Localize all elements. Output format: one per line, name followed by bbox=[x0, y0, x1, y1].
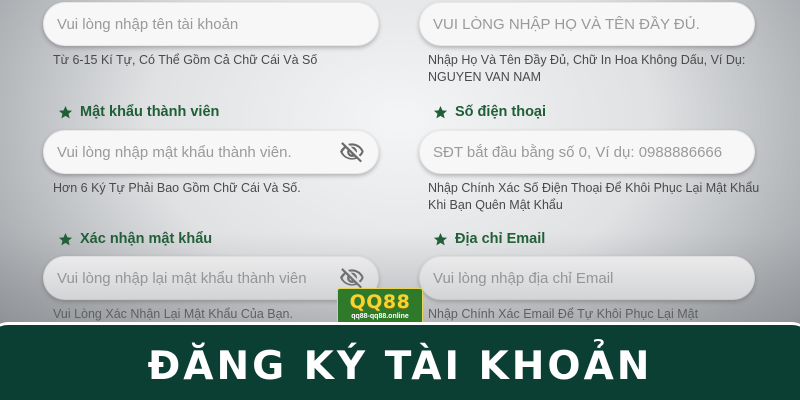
confirm-password-hint: Vui Lòng Xác Nhận Lại Mật Khẩu Của Bạn. bbox=[53, 307, 293, 321]
qq88-logo: QQ88 qq88-qq88.online bbox=[337, 288, 423, 324]
email-input[interactable] bbox=[433, 269, 743, 287]
phone-field[interactable] bbox=[419, 130, 755, 174]
email-label: Địa chỉ Email bbox=[433, 231, 545, 247]
eye-slash-icon[interactable] bbox=[337, 137, 367, 167]
password-input[interactable] bbox=[57, 143, 337, 161]
star-icon bbox=[58, 105, 73, 118]
password-hint: Hơn 6 Ký Tự Phải Bao Gồm Chữ Cái Và Số. bbox=[53, 181, 301, 195]
email-field[interactable] bbox=[419, 256, 755, 300]
confirm-password-label-text: Xác nhận mật khẩu bbox=[80, 231, 213, 247]
logo-domain-text: qq88-qq88.online bbox=[351, 312, 409, 320]
password-field[interactable] bbox=[43, 130, 379, 174]
fullname-hint: Nhập Họ Và Tên Đầy Đủ, Chữ In Hoa Không … bbox=[428, 53, 746, 84]
confirm-password-label: Xác nhận mật khẩu bbox=[58, 231, 212, 247]
confirm-password-input[interactable] bbox=[57, 269, 337, 287]
password-label-text: Mật khẩu thành viên bbox=[80, 104, 220, 120]
password-label: Mật khẩu thành viên bbox=[58, 104, 219, 120]
username-field[interactable] bbox=[43, 2, 379, 46]
confirm-password-field[interactable] bbox=[43, 256, 379, 300]
phone-label-text: Số điện thoại bbox=[455, 104, 547, 120]
banner-title: ĐĂNG KÝ TÀI KHOẢN bbox=[147, 344, 653, 389]
star-icon bbox=[58, 232, 73, 245]
fullname-input[interactable] bbox=[433, 15, 743, 33]
email-hint: Nhập Chính Xác Email Để Tự Khôi Phục Lại… bbox=[428, 307, 699, 321]
phone-input[interactable] bbox=[433, 143, 743, 161]
email-label-text: Địa chỉ Email bbox=[455, 231, 546, 247]
fullname-field[interactable] bbox=[419, 2, 755, 46]
username-input[interactable] bbox=[57, 15, 367, 33]
phone-label: Số điện thoại bbox=[433, 104, 546, 120]
star-icon bbox=[433, 232, 448, 245]
star-icon bbox=[433, 105, 448, 118]
logo-brand-text: QQ88 bbox=[349, 290, 411, 313]
phone-hint: Nhập Chính Xác Số Điện Thoại Để Khôi Phụ… bbox=[428, 181, 760, 212]
username-hint: Từ 6-15 Kí Tự, Có Thể Gồm Cả Chữ Cái Và … bbox=[53, 53, 318, 67]
